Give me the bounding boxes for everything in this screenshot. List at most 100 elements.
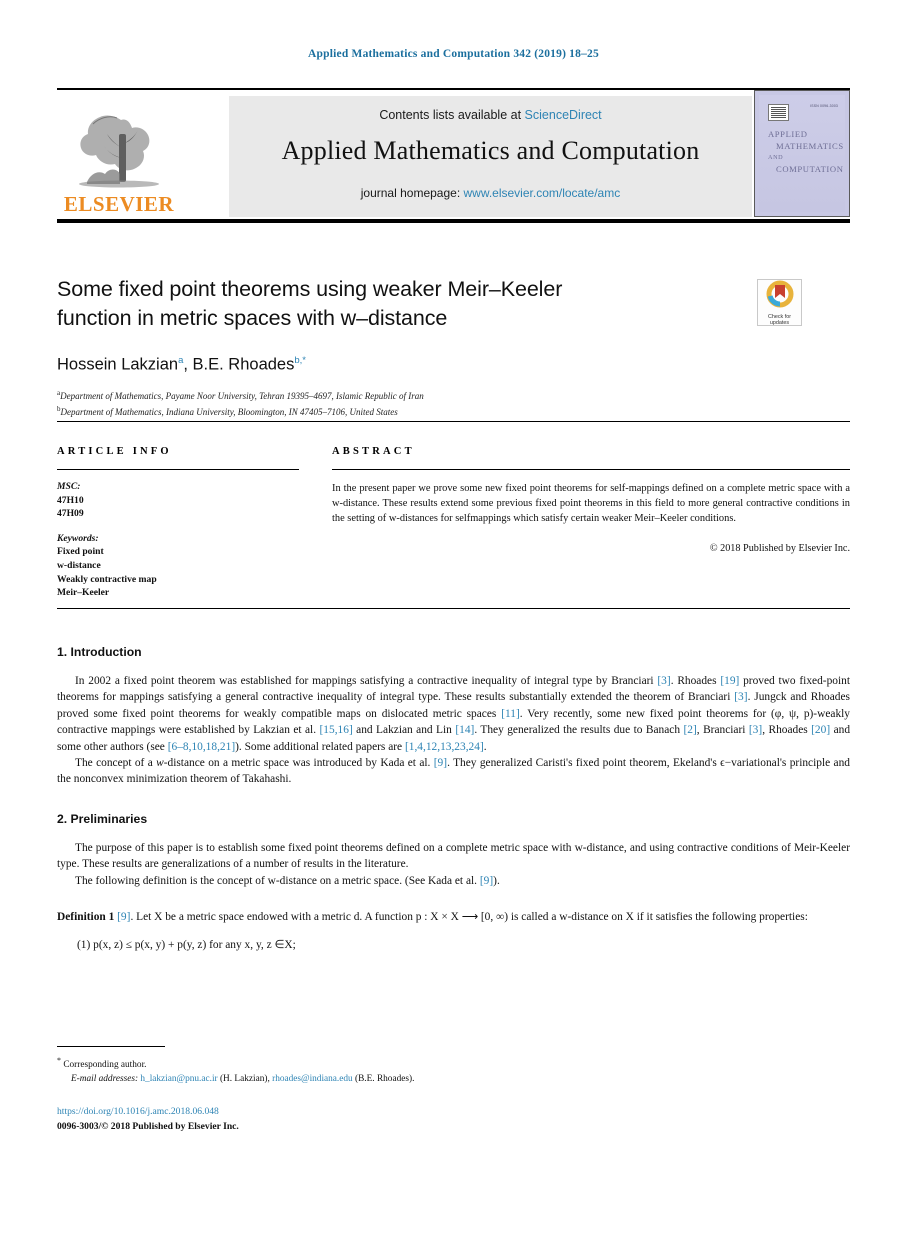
citation-6-8-10-18-21[interactable]: [6–8,10,18,21]: [168, 741, 235, 753]
doi-link[interactable]: https://doi.org/10.1016/j.amc.2018.06.04…: [57, 1105, 757, 1120]
section-heading-introduction: 1. Introduction: [57, 645, 142, 659]
author-mark-1: b,*: [294, 355, 306, 366]
cover-title-line4: COMPUTATION: [776, 163, 844, 174]
definition-1: Definition 1 [9]. Let X be a metric spac…: [57, 909, 850, 925]
abstract-heading: ABSTRACT: [332, 446, 415, 457]
msc-value-0: 47H10: [57, 494, 84, 506]
citation-19[interactable]: [19]: [720, 675, 739, 687]
definition-text: . Let X be a metric space endowed with a…: [130, 911, 808, 924]
journal-homepage-line: journal homepage: www.elsevier.com/locat…: [229, 186, 752, 200]
body-column: 1. Introduction In 2002 a fixed point th…: [57, 645, 850, 954]
affiliation-1: bDepartment of Mathematics, Indiana Univ…: [57, 403, 747, 419]
abstract-text: In the present paper we prove some new f…: [332, 483, 850, 525]
intro-p1-k: ). Some additional related papers are: [235, 740, 405, 753]
affiliation-list: aDepartment of Mathematics, Payame Noor …: [57, 387, 747, 419]
corresponding-author-text: Corresponding author.: [63, 1060, 147, 1071]
citation-9c[interactable]: [9]: [117, 911, 130, 923]
homepage-prefix: journal homepage:: [360, 186, 461, 200]
citation-3c[interactable]: [3]: [749, 724, 762, 736]
corresponding-author-mark: *: [57, 1056, 61, 1065]
keyword-2: Weakly contractive map: [57, 573, 157, 585]
cover-stamp-icon: [768, 104, 789, 121]
prelim-paragraph-2: The following definition is the concept …: [57, 873, 850, 889]
intro-p1-f: and Lakzian and Lin: [352, 724, 456, 737]
elsevier-logo: ELSEVIER: [63, 100, 175, 216]
intro-p2-italic-w: w: [156, 757, 164, 770]
intro-p2-a: The concept of a: [75, 757, 157, 770]
cover-issn: ISSN 0096-3003: [810, 104, 838, 108]
citation-11[interactable]: [11]: [501, 708, 520, 720]
abstract-rule: [332, 469, 850, 470]
rule-under-authors: [57, 421, 850, 423]
title-block: Some fixed point theorems using weaker M…: [57, 275, 747, 419]
cover-title-line2: MATHEMATICS: [776, 140, 844, 151]
citation-2[interactable]: [2]: [683, 724, 696, 736]
author-name-0[interactable]: Hossein Lakzian: [57, 356, 178, 374]
sciencedirect-link[interactable]: ScienceDirect: [525, 108, 602, 122]
author-name-1[interactable]: B.E. Rhoades: [193, 356, 295, 374]
journal-cover-thumbnail: ISSN 0096-3003 APPLIED MATHEMATICS AND C…: [754, 90, 850, 217]
elsevier-wordmark: ELSEVIER: [63, 192, 175, 216]
prelim-paragraph-1: The purpose of this paper is to establis…: [57, 841, 850, 871]
intro-paragraph-1: In 2002 a fixed point theorem was establ…: [57, 673, 850, 755]
citation-20[interactable]: [20]: [811, 724, 830, 736]
cover-title-line1: APPLIED: [768, 129, 808, 139]
abstract-copyright: © 2018 Published by Elsevier Inc.: [709, 542, 850, 554]
intro-p1-a: In 2002 a fixed point theorem was establ…: [75, 675, 658, 687]
journal-masthead: ELSEVIER Contents lists available at Sci…: [57, 88, 850, 223]
keyword-3: Meir–Keeler: [57, 587, 110, 599]
rule-under-abstract: [57, 608, 850, 610]
citation-9b[interactable]: [9]: [480, 875, 493, 887]
definition-label: Definition 1: [57, 911, 115, 924]
keyword-0: Fixed point: [57, 546, 104, 558]
msc-value-1: 47H09: [57, 508, 84, 520]
section-heading-preliminaries: 2. Preliminaries: [57, 811, 148, 826]
keyword-1: w-distance: [57, 559, 101, 571]
citation-1-4-12-13-23-24[interactable]: [1,4,12,13,23,24]: [405, 741, 484, 753]
email-link-rhoades[interactable]: rhoades@indiana.edu: [272, 1074, 353, 1084]
running-head: Applied Mathematics and Computation 342 …: [308, 48, 599, 60]
intro-p1-g: . They generalized the results due to Ba…: [474, 724, 684, 737]
citation-3b[interactable]: [3]: [734, 691, 747, 703]
page-title: Some fixed point theorems using weaker M…: [57, 275, 747, 333]
intro-p1-i: , Rhoades: [762, 724, 812, 737]
cover-inner: ISSN 0096-3003 APPLIED MATHEMATICS AND C…: [759, 95, 845, 212]
journal-banner: Contents lists available at ScienceDirec…: [229, 96, 752, 217]
crossmark-badge[interactable]: Check for updates: [757, 279, 802, 326]
article-info-body: MSC: 47H10 47H09 Keywords: Fixed point w…: [57, 480, 299, 600]
elsevier-tree-icon: [79, 115, 159, 188]
title-line-2: function in metric spaces with w–distanc…: [57, 306, 448, 330]
citation-15-16[interactable]: [15,16]: [320, 724, 353, 736]
crossmark-label-line2: updates: [769, 320, 790, 327]
issn-copyright-line: 0096-3003/© 2018 Published by Elsevier I…: [57, 1120, 239, 1132]
intro-p2-b: -distance on a metric space was introduc…: [163, 757, 434, 770]
affiliation-0: aDepartment of Mathematics, Payame Noor …: [57, 387, 747, 403]
email-label: E-mail addresses:: [71, 1074, 139, 1085]
definition-property-1: (1) p(x, z) ≤ p(x, y) + p(y, z) for any …: [77, 939, 296, 952]
keywords-label: Keywords:: [57, 532, 99, 544]
citation-9a[interactable]: [9]: [434, 757, 447, 769]
title-line-1: Some fixed point theorems using weaker M…: [57, 277, 563, 301]
citation-3a[interactable]: [3]: [657, 675, 670, 687]
citation-14[interactable]: [14]: [455, 724, 474, 736]
article-info-column: ARTICLE INFO MSC: 47H10 47H09 Keywords: …: [57, 446, 299, 600]
abstract-column: ABSTRACT In the present paper we prove s…: [332, 446, 850, 554]
masthead-top-rule: [57, 88, 850, 90]
email-owner-rhoades: (B.E. Rhoades).: [352, 1074, 415, 1085]
cover-title-line3: AND: [768, 154, 784, 161]
masthead-bottom-rule: [57, 219, 850, 223]
intro-p1-h: , Branciari: [696, 724, 749, 737]
author-mark-0: a: [178, 355, 184, 366]
paper-page: Applied Mathematics and Computation 342 …: [0, 0, 907, 1238]
email-link-lakzian[interactable]: h_lakzian@pnu.ac.ir: [140, 1074, 217, 1084]
cover-title: APPLIED MATHEMATICS AND COMPUTATION: [768, 129, 844, 175]
homepage-link[interactable]: www.elsevier.com/locate/amc: [464, 186, 621, 200]
crossmark-icon: [766, 280, 793, 308]
affiliation-text-0: Department of Mathematics, Payame Noor U…: [60, 390, 424, 401]
contents-line: Contents lists available at ScienceDirec…: [229, 108, 752, 122]
email-owner-lakzian: (H. Lakzian),: [217, 1074, 273, 1085]
crossmark-label: Check for updates: [758, 314, 801, 327]
contents-prefix: Contents lists available at: [379, 108, 522, 122]
prelim-p2-a: The following definition is the concept …: [75, 874, 480, 887]
